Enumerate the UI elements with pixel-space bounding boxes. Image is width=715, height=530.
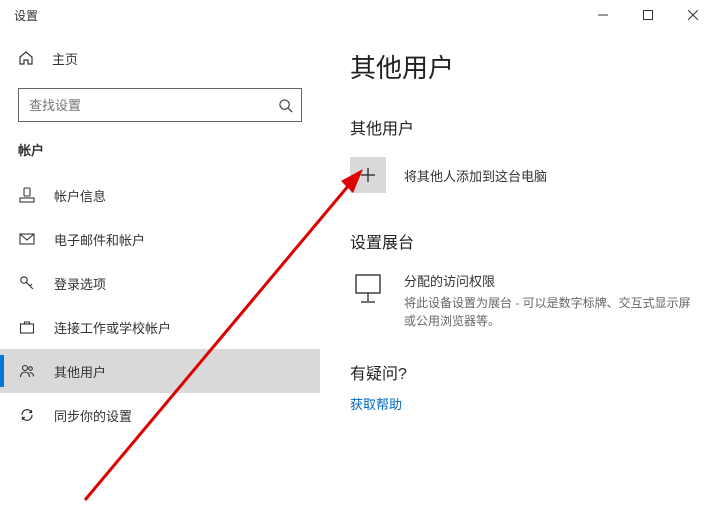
sidebar-item-label: 电子邮件和帐户 (54, 230, 145, 249)
mail-icon (18, 231, 36, 247)
home-button[interactable]: 主页 (0, 38, 320, 78)
sidebar-item-label: 登录选项 (54, 274, 106, 293)
window-title: 设置 (14, 7, 38, 24)
sidebar-item-label: 同步你的设置 (54, 406, 132, 425)
sidebar-item-work-school[interactable]: 连接工作或学校帐户 (0, 305, 320, 349)
sidebar-item-signin-options[interactable]: 登录选项 (0, 261, 320, 305)
sidebar-item-label: 其他用户 (54, 362, 106, 381)
window-controls (580, 0, 715, 30)
content-area: 其他用户 其他用户 将其他人添加到这台电脑 设置展台 分配的访问权限 将此设备设… (320, 30, 715, 530)
plus-icon (350, 157, 386, 193)
titlebar: 设置 (0, 0, 715, 30)
briefcase-icon (18, 319, 36, 335)
add-other-user-label: 将其他人添加到这台电脑 (404, 166, 547, 185)
sidebar-item-label: 帐户信息 (54, 186, 106, 205)
minimize-button[interactable] (580, 0, 625, 30)
home-icon (18, 50, 34, 66)
maximize-button[interactable] (625, 0, 670, 30)
sync-icon (18, 407, 36, 423)
sidebar-item-email[interactable]: 电子邮件和帐户 (0, 217, 320, 261)
sidebar: 主页 帐户 帐户信息 电子邮件和帐户 (0, 30, 320, 530)
person-card-icon (18, 187, 36, 203)
sidebar-item-sync[interactable]: 同步你的设置 (0, 393, 320, 437)
close-button[interactable] (670, 0, 715, 30)
sidebar-item-other-users[interactable]: 其他用户 (0, 349, 320, 393)
help-heading: 有疑问? (350, 360, 691, 384)
kiosk-heading: 设置展台 (350, 229, 691, 253)
key-icon (18, 275, 36, 291)
search-box[interactable] (18, 88, 302, 122)
sidebar-item-account-info[interactable]: 帐户信息 (0, 173, 320, 217)
kiosk-icon (350, 271, 386, 330)
assigned-access-button[interactable]: 分配的访问权限 将此设备设置为展台 - 可以是数字标牌、交互式显示屏或公用浏览器… (350, 271, 691, 330)
assigned-access-description: 将此设备设置为展台 - 可以是数字标牌、交互式显示屏或公用浏览器等。 (404, 294, 691, 330)
sidebar-item-label: 连接工作或学校帐户 (54, 318, 171, 337)
sidebar-section-label: 帐户 (18, 140, 320, 159)
other-users-heading: 其他用户 (350, 115, 691, 139)
sidebar-nav: 帐户信息 电子邮件和帐户 登录选项 连接工作或学校帐户 (0, 173, 320, 437)
home-label: 主页 (52, 49, 78, 68)
add-other-user-button[interactable]: 将其他人添加到这台电脑 (350, 157, 691, 193)
get-help-link[interactable]: 获取帮助 (350, 394, 691, 413)
people-icon (18, 363, 36, 379)
search-icon (278, 98, 293, 113)
search-input[interactable] (29, 98, 278, 113)
page-title: 其他用户 (350, 48, 691, 85)
assigned-access-title: 分配的访问权限 (404, 271, 691, 290)
